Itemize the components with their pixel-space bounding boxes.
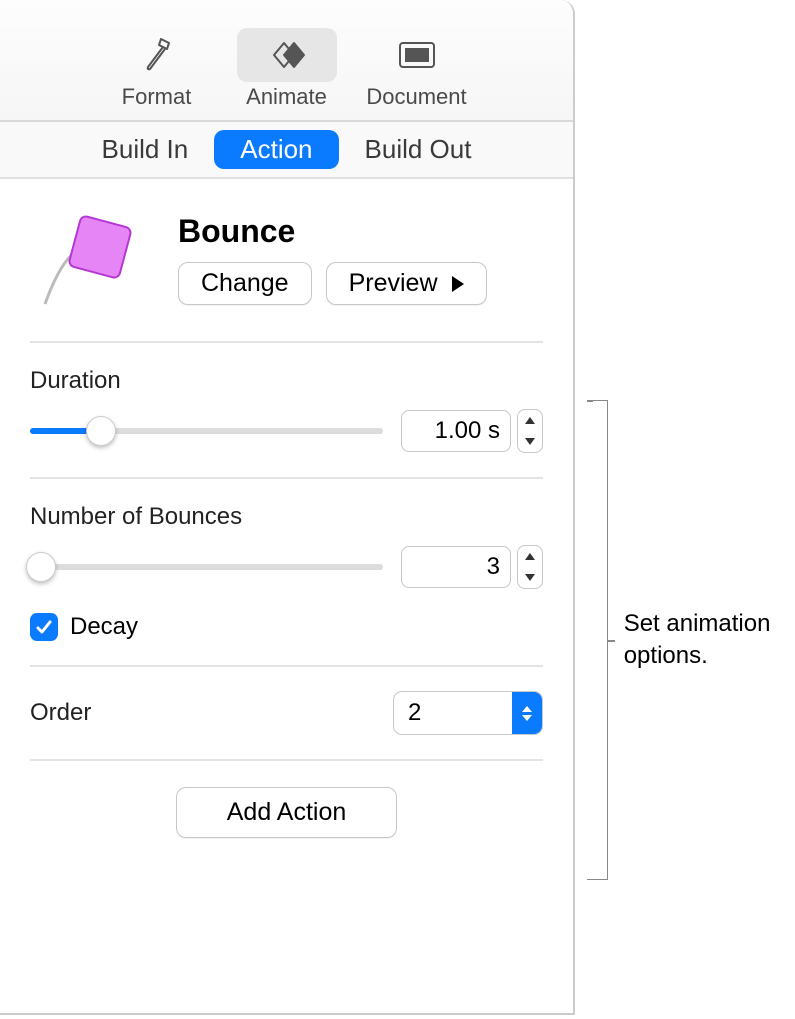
animate-icon	[237, 28, 337, 82]
stepper-down-icon[interactable]	[518, 567, 542, 588]
build-tabs: Build In Action Build Out	[0, 122, 573, 179]
tab-build-in[interactable]: Build In	[76, 130, 215, 169]
toolbar-document[interactable]: Document	[357, 28, 477, 110]
effect-name: Bounce	[178, 213, 543, 250]
toolbar-format-label: Format	[97, 84, 217, 110]
change-button-label: Change	[201, 269, 289, 298]
bounces-label: Number of Bounces	[30, 503, 543, 531]
duration-field[interactable]: 1.00 s	[401, 410, 511, 452]
order-section: Order 2	[30, 667, 543, 761]
effect-header: Bounce Change Preview	[30, 209, 543, 343]
preview-button[interactable]: Preview	[326, 262, 487, 305]
annotation-callout: Set animation options.	[593, 400, 795, 880]
stepper-up-icon[interactable]	[518, 546, 542, 567]
stepper-down-icon[interactable]	[518, 431, 542, 452]
inspector-toolbar: Format Animate Document	[0, 0, 573, 122]
decay-label: Decay	[70, 613, 138, 641]
duration-label: Duration	[30, 367, 543, 395]
play-icon	[452, 276, 464, 292]
bounces-slider[interactable]	[30, 557, 383, 577]
order-label: Order	[30, 699, 91, 727]
decay-checkbox[interactable]	[30, 613, 58, 641]
tab-build-out[interactable]: Build Out	[339, 130, 498, 169]
change-button[interactable]: Change	[178, 262, 312, 305]
format-icon	[107, 28, 207, 82]
preview-button-label: Preview	[349, 269, 438, 298]
effect-thumbnail	[30, 209, 160, 317]
duration-stepper[interactable]	[517, 409, 543, 453]
bounces-section: Number of Bounces 3 Decay	[30, 479, 543, 667]
order-value: 2	[394, 699, 512, 727]
toolbar-animate[interactable]: Animate	[227, 28, 347, 110]
toolbar-document-label: Document	[357, 84, 477, 110]
callout-text: Set animation options.	[624, 608, 795, 673]
add-action-label: Add Action	[227, 798, 347, 826]
callout-bracket	[593, 400, 608, 880]
bounces-stepper[interactable]	[517, 545, 543, 589]
select-chevrons-icon	[512, 692, 542, 734]
document-icon	[367, 28, 467, 82]
tab-action[interactable]: Action	[214, 130, 338, 169]
toolbar-format[interactable]: Format	[97, 28, 217, 110]
add-action-button[interactable]: Add Action	[176, 787, 398, 838]
stepper-up-icon[interactable]	[518, 410, 542, 431]
duration-section: Duration 1.00 s	[30, 343, 543, 479]
order-select[interactable]: 2	[393, 691, 543, 735]
inspector-panel: Format Animate Document Build In Action	[0, 0, 575, 1015]
bounces-field[interactable]: 3	[401, 546, 511, 588]
toolbar-animate-label: Animate	[227, 84, 347, 110]
duration-slider[interactable]	[30, 421, 383, 441]
